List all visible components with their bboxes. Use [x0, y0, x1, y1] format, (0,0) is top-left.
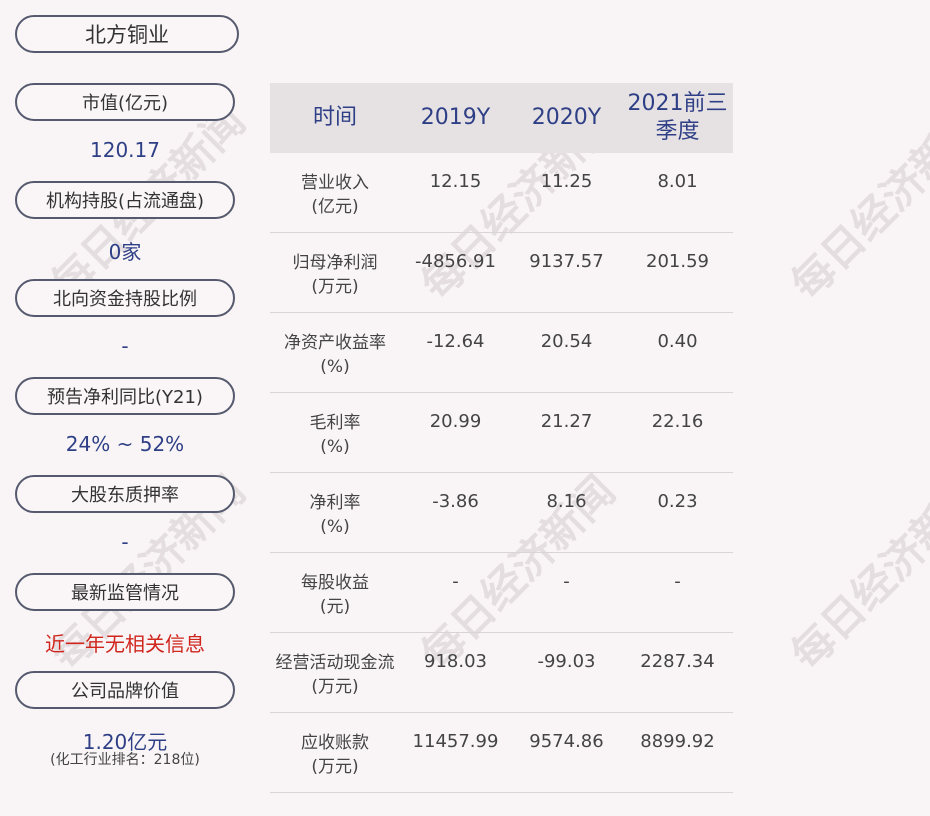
row-value: 0.23	[657, 491, 698, 512]
row-value: 21.27	[540, 411, 593, 432]
row-value: 201.59	[646, 251, 709, 272]
table-header: 时间 2019Y 2020Y 2021前三季度	[270, 83, 733, 153]
company-name: 北方铜业	[15, 15, 239, 53]
row-value: 9574.86	[529, 731, 604, 752]
row-label: 应收账款 (万元)	[301, 733, 369, 777]
row-value: 11457.99	[412, 731, 499, 752]
table-row: 净利率 (%) -3.86 8.16 0.23	[270, 473, 733, 553]
row-value: -12.64	[426, 331, 485, 352]
financial-table: 时间 2019Y 2020Y 2021前三季度 营业收入 (亿元) 12.15 1…	[270, 83, 733, 793]
watermark: 每日经济新闻	[781, 96, 930, 310]
label-northbound-ratio: 北向资金持股比例	[15, 279, 235, 317]
table-row: 归母净利润 (万元) -4856.91 9137.57 201.59	[270, 233, 733, 313]
row-value: 8.01	[657, 171, 698, 192]
header-2019: 2019Y	[420, 105, 491, 130]
value-regulatory-status: 近一年无相关信息	[45, 632, 205, 656]
row-value: 0.40	[657, 331, 698, 352]
value-pledge-ratio: -	[121, 530, 129, 554]
value-profit-forecast: 24% ~ 52%	[65, 432, 185, 456]
header-2020: 2020Y	[531, 105, 602, 130]
value-market-cap: 120.17	[90, 138, 160, 162]
row-value: 22.16	[651, 411, 704, 432]
row-value: -	[563, 571, 570, 592]
value-institutional-holdings: 0家	[108, 240, 142, 264]
row-label: 经营活动现金流 (万元)	[275, 653, 395, 697]
table-row: 净资产收益率 (%) -12.64 20.54 0.40	[270, 313, 733, 393]
label-profit-forecast: 预告净利同比(Y21)	[15, 377, 235, 415]
row-label: 毛利率 (%)	[309, 413, 361, 457]
header-time: 时间	[312, 105, 357, 130]
header-2021q3: 2021前三季度	[627, 91, 728, 144]
watermark: 每日经济新闻	[781, 466, 930, 680]
row-value: 8899.92	[640, 731, 715, 752]
row-label: 每股收益 (元)	[301, 573, 369, 617]
table-row: 毛利率 (%) 20.99 21.27 22.16	[270, 393, 733, 473]
row-label: 营业收入 (亿元)	[301, 173, 369, 217]
row-value: 2287.34	[640, 651, 715, 672]
row-value: -	[674, 571, 681, 592]
row-value: 918.03	[424, 651, 487, 672]
label-pledge-ratio: 大股东质押率	[15, 475, 235, 513]
row-value: -4856.91	[415, 251, 496, 272]
row-label: 净利率 (%)	[309, 493, 361, 537]
row-value: -99.03	[537, 651, 596, 672]
row-value: 20.54	[540, 331, 593, 352]
row-value: -	[452, 571, 459, 592]
row-label: 净资产收益率 (%)	[284, 333, 386, 377]
table-row: 应收账款 (万元) 11457.99 9574.86 8899.92	[270, 713, 733, 793]
row-value: -3.86	[432, 491, 479, 512]
table-row: 每股收益 (元) - - -	[270, 553, 733, 633]
table-row: 经营活动现金流 (万元) 918.03 -99.03 2287.34	[270, 633, 733, 713]
label-institutional-holdings: 机构持股(占流通盘)	[15, 181, 235, 219]
row-label: 归母净利润 (万元)	[292, 253, 378, 297]
label-regulatory-status: 最新监管情况	[15, 573, 235, 611]
label-market-cap: 市值(亿元)	[15, 83, 235, 121]
row-value: 9137.57	[529, 251, 604, 272]
brand-rank-note: (化工行业排名：218位)	[50, 752, 200, 768]
label-brand-value: 公司品牌价值	[15, 671, 235, 709]
value-northbound-ratio: -	[121, 334, 129, 358]
table-row: 营业收入 (亿元) 12.15 11.25 8.01	[270, 153, 733, 233]
row-value: 20.99	[429, 411, 482, 432]
row-value: 8.16	[546, 491, 587, 512]
row-value: 11.25	[540, 171, 593, 192]
row-value: 12.15	[429, 171, 482, 192]
